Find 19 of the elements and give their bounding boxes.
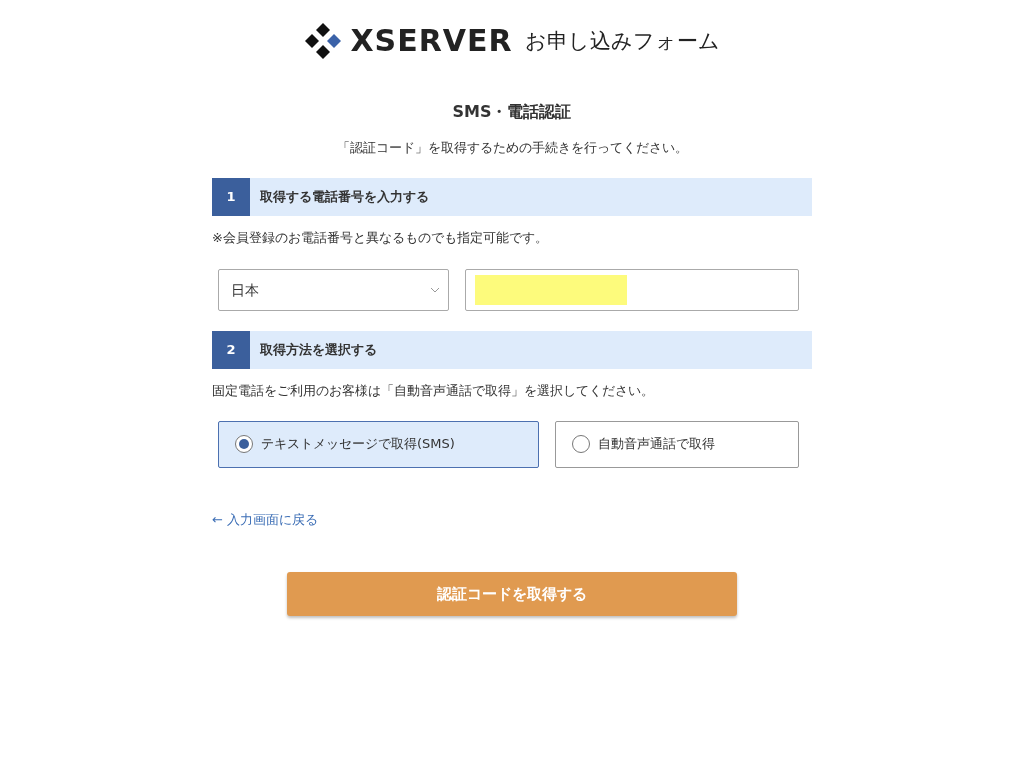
page-title: SMS・電話認証 — [451, 101, 573, 123]
logo-icon — [304, 22, 343, 60]
country-select[interactable]: 日本 — [218, 269, 449, 311]
step-title: 取得方法を選択する — [259, 341, 377, 360]
caret-icon — [430, 287, 440, 293]
radio-checked-icon — [235, 435, 253, 453]
back-link[interactable]: ← 入力画面に戻る — [212, 509, 319, 529]
note-text: 固定電話をご利用のお客様は「自動音声通話で取得」を選択してください。 — [212, 382, 655, 400]
method-option[interactable]: 自動音声通話で取得 — [554, 420, 799, 468]
brand-name: XSERVER — [350, 26, 513, 56]
step-number: 2 — [212, 331, 250, 369]
instruction-text: 「認証コード」を取得するための手続きを行ってください。 — [335, 139, 689, 157]
note-text: ※会員登録のお電話番号と異なるものでも指定可能です。 — [212, 228, 549, 247]
radio-icon — [571, 435, 590, 453]
step-number: 1 — [212, 177, 250, 216]
method-option[interactable]: テキストメッセージで取得(SMS) — [218, 420, 539, 468]
step-title: 取得する電話番号を入力する — [259, 187, 429, 206]
form-title: お申し込みフォーム — [524, 30, 720, 52]
phone-field[interactable] — [465, 269, 799, 311]
